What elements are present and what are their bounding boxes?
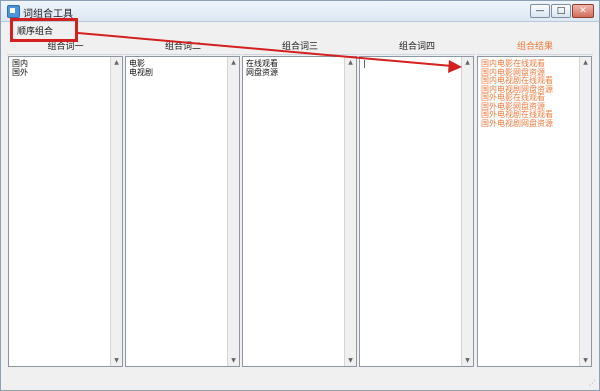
annotation-arrow xyxy=(77,32,462,73)
